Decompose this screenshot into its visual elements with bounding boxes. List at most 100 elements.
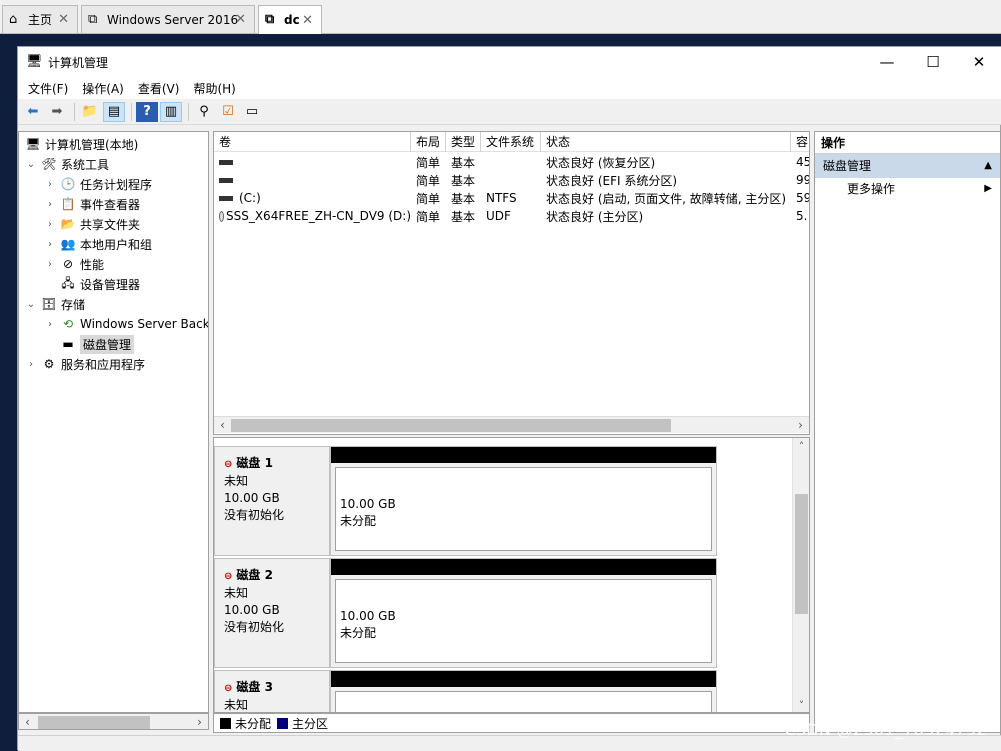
chevron-down-icon[interactable]: ⌄ xyxy=(25,159,37,170)
collapse-up-icon[interactable]: ▲ xyxy=(984,154,992,178)
close-icon[interactable]: ✕ xyxy=(302,13,313,28)
menu-file[interactable]: 文件(F) xyxy=(28,80,68,97)
tree-horizontal-scrollbar[interactable]: ‹ › xyxy=(18,713,209,730)
partition-box[interactable]: 10.00 GB 未分配 xyxy=(335,467,712,551)
table-row[interactable]: SSS_X64FREE_ZH-CN_DV9 (D:) 简单 基本 UDF 状态良… xyxy=(214,207,809,225)
tree-item-disk-management[interactable]: ▬ 磁盘管理 xyxy=(56,334,135,354)
check-icon[interactable]: ☑ xyxy=(217,102,239,122)
vm-tab-dc[interactable]: ⧉ dc ✕ xyxy=(258,5,322,34)
up-folder-icon[interactable]: 📁 xyxy=(79,102,101,122)
tree-item-device-manager[interactable]: 🖧 设备管理器 xyxy=(56,274,140,294)
actions-section-disk-management[interactable]: 磁盘管理 ▲ xyxy=(815,154,1000,178)
disk-info-panel[interactable]: ⊖ 磁盘 2 未知 10.00 GB 没有初始化 xyxy=(214,558,330,668)
vm-tab-label: dc xyxy=(284,13,300,27)
disk-info-panel[interactable]: ⊖ 磁盘 1 未知 10.00 GB 没有初始化 xyxy=(214,446,330,556)
tree-label: 系统工具 xyxy=(61,157,110,172)
disk-vertical-scrollbar[interactable]: ˄ ˅ xyxy=(792,438,809,712)
vm-icon: ⧉ xyxy=(88,11,98,27)
volume-list: 卷 布局 类型 文件系统 状态 容 简单 基本 状态良好 (恢复分区) 45 简… xyxy=(213,131,810,435)
vm-tab-windows-server[interactable]: ⧉ Windows Server 2016 ✕ xyxy=(81,5,255,33)
menu-view[interactable]: 查看(V) xyxy=(138,80,180,97)
legend-primary: 主分区 xyxy=(292,716,329,731)
volume-horizontal-scrollbar[interactable]: ‹ › xyxy=(214,416,809,433)
tree-item-local-users[interactable]: › 👥 本地用户和组 xyxy=(44,234,152,254)
column-header-capacity[interactable]: 容 xyxy=(791,132,809,152)
forward-arrow-icon[interactable]: ➡ xyxy=(46,102,68,122)
tree-item-windows-backup[interactable]: › ⟲ Windows Server Back xyxy=(44,314,209,334)
services-icon: ⚙ xyxy=(43,357,55,371)
disk-name: 磁盘 2 xyxy=(236,568,273,582)
column-header-volume[interactable]: 卷 xyxy=(214,132,411,152)
column-header-layout[interactable]: 布局 xyxy=(411,132,446,152)
tree-item-services-apps[interactable]: › ⚙ 服务和应用程序 xyxy=(25,354,145,374)
chevron-right-icon[interactable]: › xyxy=(44,179,56,190)
chevron-right-icon[interactable]: › xyxy=(44,319,56,330)
column-header-filesystem[interactable]: 文件系统 xyxy=(481,132,541,152)
close-icon[interactable]: ✕ xyxy=(235,12,246,27)
scroll-up-icon[interactable]: ˄ xyxy=(793,440,809,453)
volume-drive-icon xyxy=(219,195,233,201)
tree-item-root[interactable]: 🖥 计算机管理(本地) xyxy=(21,134,138,154)
scroll-down-icon[interactable]: ˅ xyxy=(793,699,809,712)
partition-box[interactable] xyxy=(335,691,712,712)
volume-capacity: 59 xyxy=(796,191,810,205)
disk-error-icon: ⊖ xyxy=(224,571,233,582)
chevron-right-icon[interactable]: › xyxy=(44,199,56,210)
minimize-button[interactable]: — xyxy=(864,47,910,77)
tree-label: 设备管理器 xyxy=(80,277,141,292)
home-icon: ⌂ xyxy=(9,11,18,27)
storage-icon: 🗄 xyxy=(41,297,57,311)
partition-box[interactable]: 10.00 GB 未分配 xyxy=(335,579,712,663)
properties-icon[interactable]: ▭ xyxy=(241,102,263,122)
volume-type: 基本 xyxy=(451,173,476,188)
chevron-right-icon[interactable]: › xyxy=(44,239,56,250)
tree-item-shared-folders[interactable]: › 📂 共享文件夹 xyxy=(44,214,140,234)
back-arrow-icon[interactable]: ⬅ xyxy=(22,102,44,122)
tree-label: Windows Server Back xyxy=(80,317,209,331)
tree-item-task-scheduler[interactable]: › 🕒 任务计划程序 xyxy=(44,174,152,194)
scrollbar-thumb[interactable] xyxy=(38,716,150,729)
show-action-pane-icon[interactable]: ▥ xyxy=(160,101,182,122)
chevron-right-icon[interactable]: › xyxy=(25,359,37,370)
partition-size: 10.00 GB xyxy=(340,609,396,623)
table-row[interactable]: (C:) 简单 基本 NTFS 状态良好 (启动, 页面文件, 故障转储, 主分… xyxy=(214,189,810,207)
close-icon[interactable]: ✕ xyxy=(58,12,69,27)
vm-tab-label: 主页 xyxy=(28,13,53,27)
chevron-right-icon: ▶ xyxy=(984,183,992,194)
computer-icon: 🖥 xyxy=(25,137,41,151)
chevron-right-icon[interactable]: › xyxy=(44,259,56,270)
menu-help[interactable]: 帮助(H) xyxy=(193,80,235,97)
tree-item-system-tools[interactable]: ⌄ 🛠 系统工具 xyxy=(25,154,109,174)
tree-item-performance[interactable]: › ⊘ 性能 xyxy=(44,254,104,274)
maximize-button[interactable]: ☐ xyxy=(910,47,956,77)
table-row[interactable]: 简单 基本 状态良好 (EFI 系统分区) 99 xyxy=(214,171,809,189)
column-header-type[interactable]: 类型 xyxy=(446,132,481,152)
scroll-left-icon[interactable]: ‹ xyxy=(214,418,231,432)
more-actions-item[interactable]: 更多操作 ▶ xyxy=(815,178,1000,200)
scrollbar-thumb[interactable] xyxy=(231,419,671,432)
disk-info-panel[interactable]: ⊖ 磁盘 3 未知 xyxy=(214,670,330,712)
scroll-left-icon[interactable]: ‹ xyxy=(19,715,36,729)
scroll-right-icon[interactable]: › xyxy=(792,418,809,432)
chevron-down-icon[interactable]: ⌄ xyxy=(25,299,37,310)
connect-icon[interactable]: ⚲ xyxy=(193,102,215,122)
performance-icon: ⊘ xyxy=(62,257,74,271)
scroll-right-icon[interactable]: › xyxy=(191,715,208,729)
column-header-status[interactable]: 状态 xyxy=(541,132,791,152)
help-icon[interactable]: ? xyxy=(136,101,158,122)
tree-item-storage[interactable]: ⌄ 🗄 存储 xyxy=(25,294,85,314)
table-row[interactable]: 简单 基本 状态良好 (恢复分区) 45 xyxy=(214,153,809,171)
scrollbar-thumb[interactable] xyxy=(795,494,808,614)
tree-label: 事件查看器 xyxy=(80,197,141,212)
navigation-tree: 🖥 计算机管理(本地) ⌄ 🛠 系统工具 › 🕒 任务计划程序 › 📋 事件查看… xyxy=(18,131,209,713)
chevron-right-icon[interactable]: › xyxy=(44,219,56,230)
close-button[interactable]: ✕ xyxy=(956,47,1001,77)
disk-icon: ▬ xyxy=(62,337,74,351)
volume-status: 状态良好 (主分区) xyxy=(546,209,644,224)
tree-item-event-viewer[interactable]: › 📋 事件查看器 xyxy=(44,194,140,214)
vm-tab-home[interactable]: ⌂ 主页 ✕ xyxy=(2,5,78,33)
unallocated-swatch xyxy=(220,717,231,729)
partition-size: 10.00 GB xyxy=(340,497,396,511)
menu-action[interactable]: 操作(A) xyxy=(82,80,124,97)
show-hide-tree-icon[interactable]: ▤ xyxy=(103,101,125,122)
